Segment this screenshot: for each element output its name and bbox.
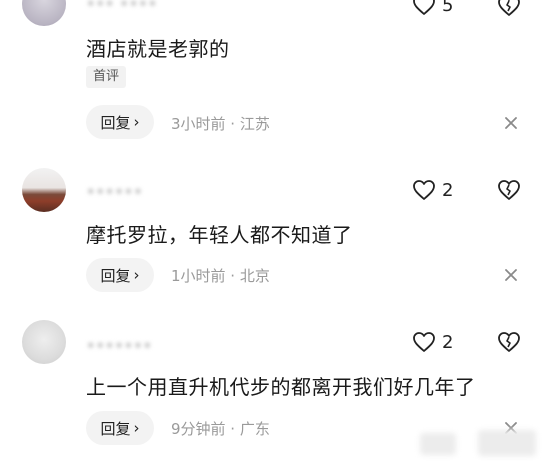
heart-outline-icon <box>413 180 435 200</box>
comment-meta: 3小时前 · 江苏 <box>171 115 270 133</box>
chevron-right-icon: › <box>133 266 140 284</box>
like-button[interactable]: 2 <box>412 331 453 353</box>
comment-item: ••• •••• 5 酒店就是老郭的 首评 回复 › 3小时前 · 江苏 <box>0 0 543 150</box>
comment-text: 摩托罗拉，年轻人都不知道了 <box>86 223 353 247</box>
chevron-right-icon: › <box>133 419 140 437</box>
comment-item: •••••• 2 摩托罗拉，年轻人都不知道了 回复 › 1小时前 · 北京 <box>0 150 543 300</box>
reply-button[interactable]: 回复 › <box>86 411 154 445</box>
first-comment-tag: 首评 <box>86 66 127 88</box>
like-button[interactable]: 2 <box>412 179 453 201</box>
avatar[interactable] <box>22 320 66 364</box>
broken-heart-icon[interactable] <box>496 330 522 354</box>
username[interactable]: ••••••• <box>86 336 152 355</box>
like-count: 5 <box>442 0 454 16</box>
comment-text: 酒店就是老郭的 <box>86 37 230 61</box>
reply-label: 回复 <box>100 419 131 438</box>
watermark <box>420 433 456 455</box>
broken-heart-icon[interactable] <box>496 178 522 202</box>
username[interactable]: ••• •••• <box>86 0 157 13</box>
watermark <box>478 430 536 456</box>
comment-meta: 9分钟前 · 广东 <box>171 420 270 438</box>
avatar[interactable] <box>22 168 66 212</box>
heart-outline-icon <box>413 0 435 15</box>
comment-text: 上一个用直升机代步的都离开我们好几年了 <box>86 375 476 399</box>
reply-label: 回复 <box>100 266 131 285</box>
like-button[interactable]: 5 <box>412 0 453 16</box>
heart-outline-icon <box>413 332 435 352</box>
reply-button[interactable]: 回复 › <box>86 258 154 292</box>
comment-meta: 1小时前 · 北京 <box>171 267 270 285</box>
close-icon[interactable] <box>502 114 520 132</box>
reply-button[interactable]: 回复 › <box>86 105 154 139</box>
reply-label: 回复 <box>100 113 131 132</box>
comment-item: ••••••• 2 上一个用直升机代步的都离开我们好几年了 回复 › 9分钟前 … <box>0 300 543 461</box>
broken-heart-icon[interactable] <box>496 0 522 18</box>
username[interactable]: •••••• <box>86 182 143 201</box>
avatar[interactable] <box>22 0 66 26</box>
chevron-right-icon: › <box>133 113 140 131</box>
close-icon[interactable] <box>502 266 520 284</box>
like-count: 2 <box>442 331 454 353</box>
like-count: 2 <box>442 179 454 201</box>
